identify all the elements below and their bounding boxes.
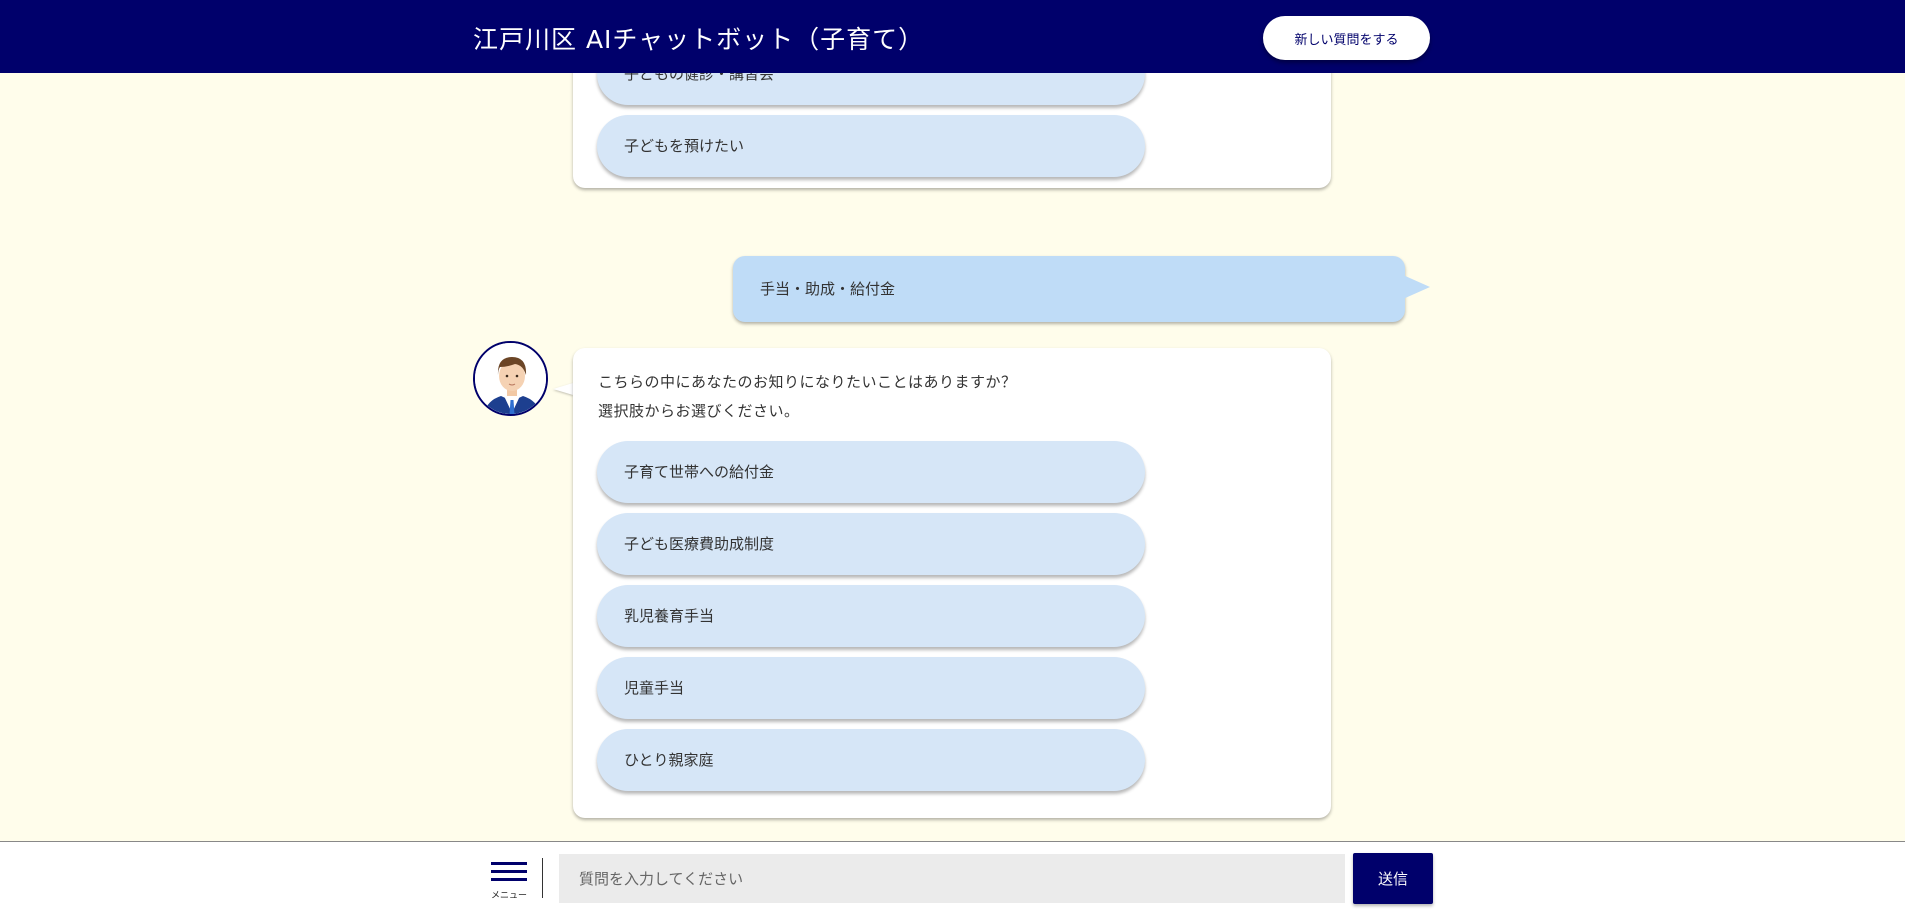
question-input[interactable]: [559, 854, 1345, 903]
hamburger-menu-icon: [491, 862, 527, 865]
bot-message-card-previous: 子どもの健診・講習会 子どもを預けたい: [573, 73, 1331, 188]
bot-message-card: こちらの中にあなたのお知りになりたいことはありますか？ 選択肢からお選びください…: [573, 348, 1331, 818]
hamburger-menu-icon-bar: [491, 870, 527, 873]
user-bubble-tail: [1403, 275, 1430, 299]
choice-button[interactable]: ひとり親家庭: [597, 729, 1145, 791]
menu-button[interactable]: メニュー: [487, 858, 527, 901]
choice-button[interactable]: 乳児養育手当: [597, 585, 1145, 647]
hamburger-menu-icon-bar: [491, 878, 527, 881]
send-button[interactable]: 送信: [1353, 853, 1433, 904]
app-title: 江戸川区 AIチャットボット（子育て）: [473, 25, 925, 54]
choice-button[interactable]: 児童手当: [597, 657, 1145, 719]
app-header: 江戸川区 AIチャットボット（子育て） 新しい質問をする: [0, 0, 1905, 73]
new-question-button[interactable]: 新しい質問をする: [1263, 16, 1430, 60]
bot-message-line: 選択肢からお選びください。: [598, 402, 800, 420]
menu-label: メニュー: [490, 891, 527, 901]
bot-bubble-tail: [553, 383, 573, 395]
choice-button[interactable]: 子どもの健診・講習会: [597, 73, 1145, 105]
operator-avatar-icon: [473, 341, 548, 416]
input-bar: メニュー 送信: [0, 841, 1905, 911]
bot-message-text: こちらの中にあなたのお知りになりたいことはありますか？ 選択肢からお選びください…: [598, 368, 1298, 426]
bot-message-line: こちらの中にあなたのお知りになりたいことはありますか？: [598, 373, 1017, 391]
choice-button[interactable]: 子どもを預けたい: [597, 115, 1145, 177]
choice-button[interactable]: 子ども医療費助成制度: [597, 513, 1145, 575]
chat-log[interactable]: 子どもの健診・講習会 子どもを預けたい 手当・助成・給付金 こちらの中にあなたの…: [0, 73, 1905, 841]
choice-button[interactable]: 子育て世帯への給付金: [597, 441, 1145, 503]
user-message-bubble: 手当・助成・給付金: [733, 256, 1405, 322]
divider: [542, 858, 543, 898]
